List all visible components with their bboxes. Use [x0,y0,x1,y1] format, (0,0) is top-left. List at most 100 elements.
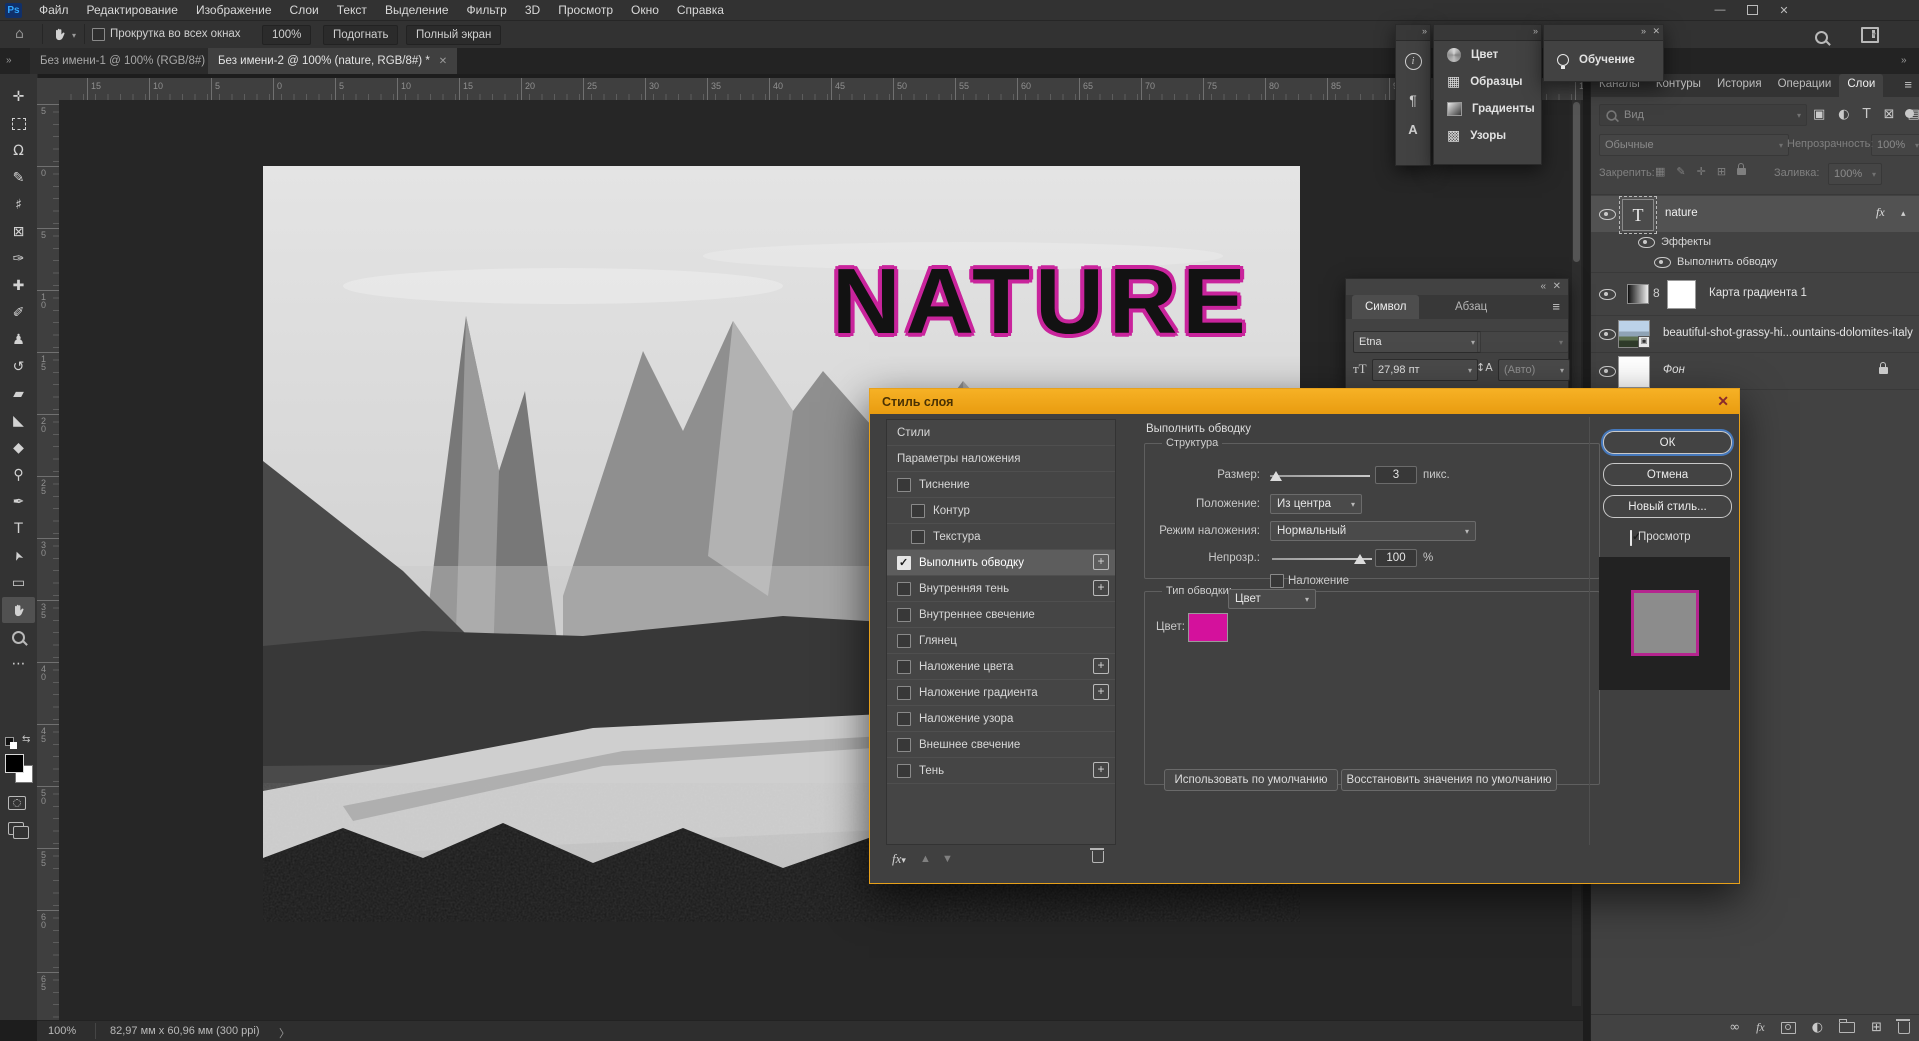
visibility-eye-icon[interactable] [1638,237,1655,248]
leading-field[interactable]: (Авто)▾ [1498,359,1570,381]
lock-paint-icon[interactable]: ✎ [1676,165,1685,178]
add-effect-instance-icon[interactable]: + [1093,580,1109,596]
effect-checkbox[interactable] [897,660,911,674]
style-list-item[interactable]: Тень+ [887,758,1115,784]
effect-checkbox[interactable] [897,582,911,596]
type-tool[interactable]: T [2,516,35,542]
close-button[interactable]: ✕ [1769,1,1799,19]
style-list-item[interactable]: Выполнить обводку+ [887,550,1115,576]
style-list-item[interactable]: Наложение градиента+ [887,680,1115,706]
size-slider[interactable] [1270,475,1370,477]
menu-item[interactable]: Фильтр [458,1,516,19]
mask-link-icon[interactable]: 8 [1653,286,1660,300]
layer-name[interactable]: nature [1665,207,1698,219]
panel-tab-История[interactable]: История [1709,74,1770,97]
panel-menu-icon[interactable]: ≡ [1552,299,1560,314]
eraser-tool[interactable]: ▰ [2,381,35,407]
effect-checkbox[interactable] [897,634,911,648]
collapse-panel-icon[interactable]: « [1540,281,1546,292]
effect-checkbox[interactable] [897,738,911,752]
quick-selection-tool[interactable]: ✎ [2,165,35,191]
add-mask-icon[interactable] [1781,1022,1796,1034]
frame-tool[interactable]: ⊠ [2,219,35,245]
opacity-field[interactable]: 100%▾ [1871,134,1919,156]
eyedropper-tool[interactable]: ✑ [2,246,35,272]
lock-position-icon[interactable]: ✛ [1697,165,1706,178]
new-layer-icon[interactable]: ⊞ [1871,1020,1882,1035]
move-effect-up-icon[interactable]: ▲ [920,853,931,865]
tabbar-overflow-left-icon[interactable]: » [6,55,11,66]
font-family-field[interactable]: Etna▾ [1353,331,1481,353]
flyout-item-patterns[interactable]: ▩Узоры [1434,122,1541,149]
style-list-item[interactable]: Внешнее свечение [887,732,1115,758]
lock-all-icon[interactable] [1737,168,1746,175]
style-list-item[interactable]: Контур [887,498,1115,524]
menu-item[interactable]: Выделение [376,1,458,19]
close-learn-icon[interactable]: ✕ [1652,26,1659,37]
zoom-tool[interactable] [2,624,35,650]
menu-item[interactable]: Файл [30,1,78,19]
position-dropdown[interactable]: Из центра▾ [1270,494,1362,514]
reset-default-button[interactable]: Восстановить значения по умолчанию [1341,769,1557,791]
visibility-eye-icon[interactable] [1599,366,1616,377]
filter-adjustment-icon[interactable]: ◐ [1838,107,1849,122]
status-chevron-icon[interactable]: 〉 [279,1025,290,1041]
menu-item[interactable]: Справка [668,1,733,19]
collapse-effects-icon[interactable]: ▴ [1901,208,1906,219]
style-list-item[interactable]: Стили [887,420,1115,446]
effects-row[interactable]: Эффекты [1591,232,1919,252]
layer-row-photo[interactable]: ▣ beautiful-shot-grassy-hi...ountains-do… [1591,316,1919,352]
rectangle-tool[interactable]: ▭ [2,570,35,596]
layer-mask-thumbnail[interactable] [1667,280,1696,309]
brush-tool[interactable]: ✐ [2,300,35,326]
fullscreen-button[interactable]: Полный экран [406,25,501,45]
style-list-item[interactable]: Внутреннее свечение [887,602,1115,628]
style-list-item[interactable]: Тиснение [887,472,1115,498]
effect-checkbox[interactable] [897,686,911,700]
effect-checkbox[interactable] [897,556,911,570]
learn-panel-header[interactable]: » ✕ [1544,25,1663,41]
layer-filter-search[interactable]: Вид▾ [1599,104,1807,126]
document-tab-2[interactable]: Без имени-2 @ 100% (nature, RGB/8#) * ✕ [208,48,457,74]
layer-effects-fx-icon[interactable]: fx [1876,205,1885,220]
effect-checkbox[interactable] [897,608,911,622]
stroke-type-dropdown[interactable]: Цвет▾ [1228,589,1316,609]
filter-pixel-layers-icon[interactable]: ▣ [1813,107,1825,122]
stroke-effect-row[interactable]: Выполнить обводку [1591,252,1919,272]
menu-item[interactable]: Слои [281,1,328,19]
tab-paragraph[interactable]: Абзац [1442,295,1500,319]
layer-name[interactable]: beautiful-shot-grassy-hi...ountains-dolo… [1663,327,1913,339]
glyphs-panel-icon[interactable]: A [1396,108,1430,137]
filter-shape-icon[interactable]: ⊠ [1884,107,1895,122]
expand-panel-icon[interactable]: » [1422,26,1426,36]
healing-brush-tool[interactable]: ✚ [2,273,35,299]
flyout-item-swatches[interactable]: ▦Образцы [1434,68,1541,95]
ok-button[interactable]: ОК [1603,431,1732,454]
lock-icon[interactable] [1879,367,1888,374]
fill-field[interactable]: 100%▾ [1828,163,1882,185]
workspace-icon[interactable] [1861,27,1879,43]
stroke-color-swatch[interactable] [1188,613,1228,642]
delete-layer-icon[interactable] [1898,1022,1910,1034]
dodge-tool[interactable]: ⚲ [2,462,35,488]
tab-character[interactable]: Символ [1352,295,1419,319]
foreground-color-swatch[interactable] [5,754,24,773]
add-effect-fx-icon[interactable]: fx▾ [892,851,906,867]
layer-row-gradient-map[interactable]: 8 Карта градиента 1 [1591,273,1919,315]
minimize-button[interactable]: — [1705,1,1735,19]
visibility-eye-icon[interactable] [1599,329,1616,340]
scroll-all-windows-checkbox[interactable] [92,28,105,41]
blend-mode-dropdown[interactable]: Обычные▾ [1599,134,1789,156]
lock-artboard-icon[interactable]: ⊞ [1717,165,1726,178]
hand-tool-icon[interactable] [52,26,68,42]
add-effect-instance-icon[interactable]: + [1093,762,1109,778]
gradient-map-thumbnail[interactable] [1627,284,1649,304]
layer-row-nature[interactable]: T nature fx ▴ [1591,196,1919,232]
style-list-item[interactable]: Наложение узора [887,706,1115,732]
layer-name[interactable]: Карта градиента 1 [1709,287,1807,299]
style-list-item[interactable]: Внутренняя тень+ [887,576,1115,602]
restore-button[interactable] [1737,1,1767,19]
crop-tool[interactable]: ♯ [2,192,35,218]
effect-checkbox[interactable] [897,712,911,726]
clone-stamp-tool[interactable]: ♟ [2,327,35,353]
